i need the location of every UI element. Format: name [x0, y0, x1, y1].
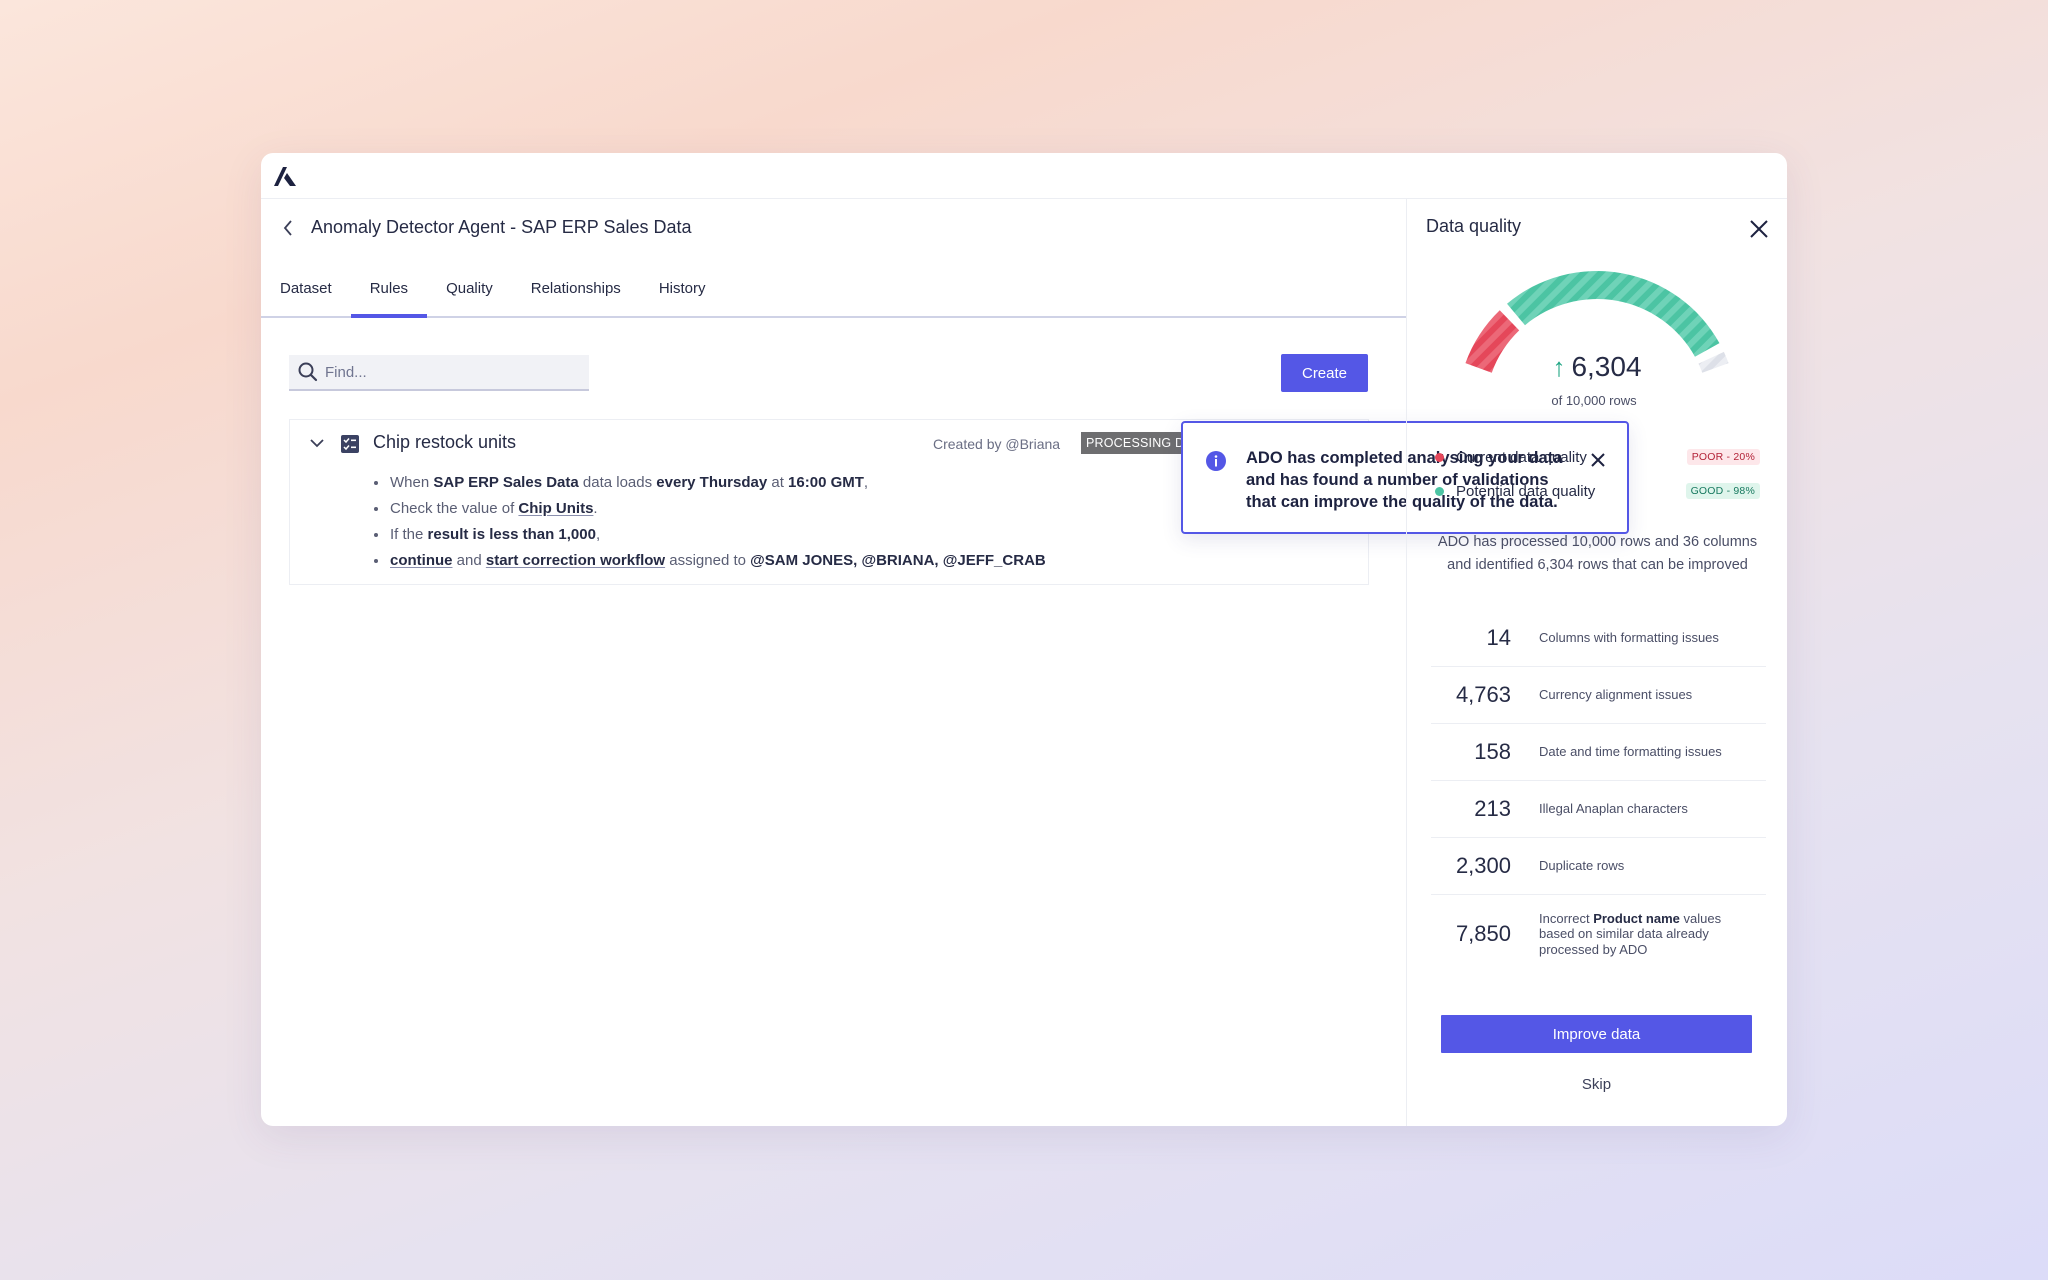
- analysis-summary: ADO has processed 10,000 rows and 36 col…: [1437, 534, 1758, 573]
- legend-label-current: Current data quality: [1456, 448, 1587, 466]
- potential-quality-arc: [1507, 271, 1720, 357]
- stat-value: 7,850: [1455, 921, 1511, 946]
- rule-condition-list: When SAP ERP Sales Data data loads every…: [374, 470, 1046, 574]
- stat-row: 4,763 Currency alignment issues: [1431, 667, 1766, 724]
- stat-value: 14: [1486, 625, 1511, 650]
- data-quality-panel: Data quality ↑ 6,304 of 10,000 rows Curr…: [1406, 199, 1787, 1126]
- panel-title: Data quality: [1426, 216, 1522, 236]
- stat-label: Illegal Anaplan characters: [1539, 801, 1688, 817]
- good-badge: GOOD - 98%: [1685, 483, 1760, 499]
- stat-row: 7,850 Incorrect Product name values base…: [1431, 895, 1766, 973]
- tab-bar: Dataset Rules Quality Relationships Hist…: [261, 261, 1406, 318]
- stat-value: 4,763: [1455, 682, 1511, 707]
- improve-data-button[interactable]: Improve data: [1441, 1015, 1752, 1053]
- stat-row: 158 Date and time formatting issues: [1431, 724, 1766, 781]
- search-box: [289, 355, 589, 391]
- tab-history[interactable]: History: [640, 261, 725, 316]
- legend-potential: Potential data quality GOOD - 98%: [1435, 479, 1760, 503]
- page-title: Anomaly Detector Agent - SAP ERP Sales D…: [311, 217, 692, 237]
- stat-label: Date and time formatting issues: [1539, 744, 1722, 760]
- arrow-up-icon: ↑: [1552, 352, 1566, 382]
- page-header: Anomaly Detector Agent - SAP ERP Sales D…: [281, 217, 692, 238]
- created-by: Created by @Briana: [933, 436, 1061, 452]
- legend-current: Current data quality POOR - 20%: [1435, 445, 1760, 469]
- stat-row: 213 Illegal Anaplan characters: [1431, 781, 1766, 838]
- rule-line-action: continue and start correction workflow a…: [374, 548, 1046, 574]
- main-area: Anomaly Detector Agent - SAP ERP Sales D…: [261, 199, 1629, 1126]
- legend-label-potential: Potential data quality: [1456, 482, 1596, 500]
- gauge-value: ↑ 6,304: [1407, 351, 1787, 383]
- tab-rules[interactable]: Rules: [350, 261, 428, 318]
- search-input[interactable]: [325, 363, 575, 381]
- legend-dot-potential: [1435, 486, 1444, 496]
- checklist-icon: [341, 435, 359, 453]
- stat-row: 2,300 Duplicate rows: [1431, 838, 1766, 895]
- skip-button[interactable]: Skip: [1441, 1069, 1752, 1099]
- rule-name: Chip restock units: [373, 432, 517, 452]
- anaplan-logo-icon[interactable]: [273, 165, 297, 187]
- issue-stats: 14 Columns with formatting issues 4,763 …: [1431, 610, 1766, 973]
- stat-label: Columns with formatting issues: [1539, 630, 1719, 646]
- close-panel-icon[interactable]: [1747, 217, 1771, 241]
- poor-badge: POOR - 20%: [1686, 449, 1760, 465]
- rule-line-trigger: When SAP ERP Sales Data data loads every…: [374, 470, 1046, 496]
- tab-relationships[interactable]: Relationships: [512, 261, 640, 316]
- chevron-down-icon[interactable]: [308, 434, 326, 452]
- stat-label: Currency alignment issues: [1539, 687, 1693, 703]
- tab-dataset[interactable]: Dataset: [280, 261, 351, 316]
- rule-line-condition: If the result is less than 1,000,: [374, 522, 1046, 548]
- stat-label: Incorrect Product name values based on s…: [1539, 910, 1722, 957]
- gauge-subtitle: of 10,000 rows: [1551, 393, 1637, 408]
- improvable-rows-value: 6,304: [1571, 351, 1642, 382]
- app-window: Anomaly Detector Agent - SAP ERP Sales D…: [261, 153, 1787, 1126]
- legend-dot-current: [1435, 452, 1444, 462]
- create-button[interactable]: Create: [1281, 354, 1368, 392]
- back-arrow-icon[interactable]: [281, 218, 295, 238]
- continue-link[interactable]: continue: [390, 552, 453, 569]
- stat-value: 2,300: [1455, 853, 1511, 878]
- stat-value: 213: [1474, 796, 1511, 821]
- stat-value: 158: [1474, 739, 1511, 764]
- workflow-link[interactable]: start correction workflow: [486, 552, 665, 569]
- tab-quality[interactable]: Quality: [427, 261, 512, 316]
- search-icon: [298, 362, 318, 382]
- stat-row: 14 Columns with formatting issues: [1431, 610, 1766, 667]
- stat-label: Duplicate rows: [1539, 858, 1625, 874]
- top-bar: [261, 153, 1787, 199]
- info-icon: [1206, 451, 1226, 471]
- rule-line-check: Check the value of Chip Units.: [374, 496, 1046, 522]
- field-link[interactable]: Chip Units: [518, 500, 593, 517]
